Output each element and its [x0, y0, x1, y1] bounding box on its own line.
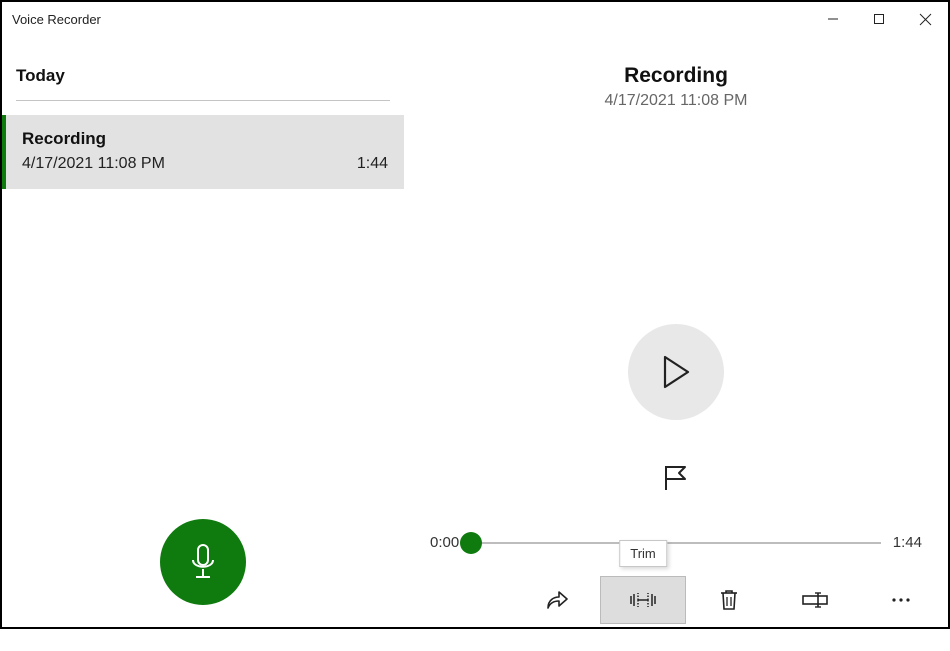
- share-button[interactable]: [514, 576, 600, 624]
- section-title: Today: [16, 66, 390, 86]
- recording-duration: 1:44: [357, 155, 388, 173]
- playback-header: Recording 4/17/2021 11:08 PM: [404, 36, 948, 110]
- recording-name: Recording: [22, 129, 388, 149]
- rename-icon: [802, 592, 828, 608]
- delete-button[interactable]: [686, 576, 772, 624]
- maximize-icon: [873, 13, 885, 25]
- seek-thumb[interactable]: [460, 532, 482, 554]
- play-icon: [661, 355, 691, 389]
- trash-icon: [720, 589, 738, 611]
- close-button[interactable]: [902, 2, 948, 36]
- content: Today Recording 4/17/2021 11:08 PM 1:44: [2, 36, 948, 627]
- more-options-button[interactable]: [858, 576, 944, 624]
- playback-title: Recording: [404, 64, 948, 88]
- close-icon: [919, 13, 932, 26]
- share-icon: [546, 590, 568, 610]
- record-button-container: [2, 519, 404, 605]
- seek-track[interactable]: [471, 542, 881, 544]
- minimize-button[interactable]: [810, 2, 856, 36]
- current-time: 0:00: [430, 534, 459, 551]
- divider: [16, 100, 390, 101]
- flag-icon: [661, 464, 691, 492]
- record-button[interactable]: [160, 519, 246, 605]
- rename-button[interactable]: [772, 576, 858, 624]
- section-header: Today: [2, 36, 404, 94]
- app-title: Voice Recorder: [12, 12, 101, 27]
- add-marker-button[interactable]: [661, 464, 691, 492]
- playback-date: 4/17/2021 11:08 PM: [404, 92, 948, 110]
- recording-meta: 4/17/2021 11:08 PM 1:44: [22, 155, 388, 173]
- trim-icon: [630, 592, 656, 608]
- ellipsis-icon: [891, 597, 911, 603]
- microphone-icon: [186, 542, 220, 582]
- main-panel: Recording 4/17/2021 11:08 PM 0:00 1:44: [404, 36, 948, 627]
- maximize-button[interactable]: [856, 2, 902, 36]
- trim-button[interactable]: Trim: [600, 576, 686, 624]
- minimize-icon: [827, 13, 839, 25]
- recordings-sidebar: Today Recording 4/17/2021 11:08 PM 1:44: [2, 36, 404, 627]
- recording-date: 4/17/2021 11:08 PM: [22, 155, 165, 173]
- bottom-toolbar: Trim: [404, 573, 948, 627]
- play-button[interactable]: [628, 324, 724, 420]
- titlebar: Voice Recorder: [2, 2, 948, 36]
- seek-bar: 0:00 1:44: [430, 534, 922, 551]
- recording-list-item[interactable]: Recording 4/17/2021 11:08 PM 1:44: [2, 115, 404, 189]
- trim-tooltip: Trim: [619, 540, 667, 567]
- window-controls: [810, 2, 948, 36]
- total-time: 1:44: [893, 534, 922, 551]
